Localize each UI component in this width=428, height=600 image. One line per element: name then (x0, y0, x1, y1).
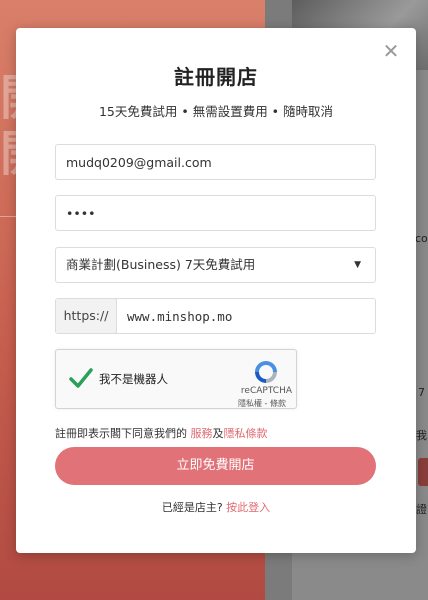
checkmark-icon[interactable] (68, 366, 94, 390)
recaptcha-widget[interactable]: 我不是機器人 reCAPTCHA 隱私權 - 條款 (55, 349, 297, 409)
background-text: 我 (416, 429, 427, 442)
recaptcha-privacy-link[interactable]: 隱私權 (238, 399, 262, 408)
chevron-down-icon: ▼ (354, 260, 361, 270)
background-text: 證 (416, 503, 427, 516)
service-terms-link[interactable]: 服務 (191, 427, 213, 440)
terms-prefix: 註冊即表示閣下同意我們的 (55, 427, 191, 440)
recaptcha-separator: - (262, 399, 270, 408)
login-prompt: 已經是店主? 按此登入 (16, 499, 416, 515)
shop-url-input[interactable] (117, 299, 375, 333)
login-prefix: 已經是店主? (161, 501, 227, 514)
privacy-policy-link[interactable]: 隱私條款 (224, 427, 268, 440)
terms-and: 及 (212, 427, 224, 440)
email-field[interactable] (55, 144, 376, 180)
modal-subtitle: 15天免費試用 • 無需設置費用 • 隨時取消 (98, 104, 334, 119)
recaptcha-terms-link[interactable]: 條款 (270, 399, 286, 408)
recaptcha-links: 隱私權 - 條款 (238, 398, 286, 409)
plan-select[interactable]: 商業計劃(Business) 7天免費試用 ▼ (55, 247, 376, 283)
password-field[interactable] (55, 195, 376, 231)
background-text: co (415, 232, 428, 245)
background-divider (0, 216, 16, 217)
recaptcha-label: 我不是機器人 (99, 372, 168, 386)
url-prefix-label: https:// (56, 299, 117, 333)
recaptcha-logo-icon (255, 361, 277, 383)
email-input[interactable] (56, 145, 375, 179)
modal-title: 註冊開店 (174, 65, 258, 89)
password-input[interactable] (56, 196, 375, 230)
terms-notice: 註冊即表示閣下同意我們的 服務及隱私條款 (55, 425, 268, 441)
signup-modal: ✕ 註冊開店 15天免費試用 • 無需設置費用 • 隨時取消 商業計劃(Busi… (16, 28, 416, 553)
recaptcha-brand: reCAPTCHA (240, 386, 292, 396)
shop-url-field[interactable]: https:// (55, 298, 376, 334)
close-icon[interactable]: ✕ (380, 40, 402, 62)
background-button (418, 458, 428, 486)
login-link[interactable]: 按此登入 (226, 501, 270, 514)
plan-select-value: 商業計劃(Business) 7天免費試用 (66, 257, 256, 272)
open-shop-button[interactable]: 立即免費開店 (55, 447, 376, 485)
background-text: 7 (418, 386, 425, 399)
